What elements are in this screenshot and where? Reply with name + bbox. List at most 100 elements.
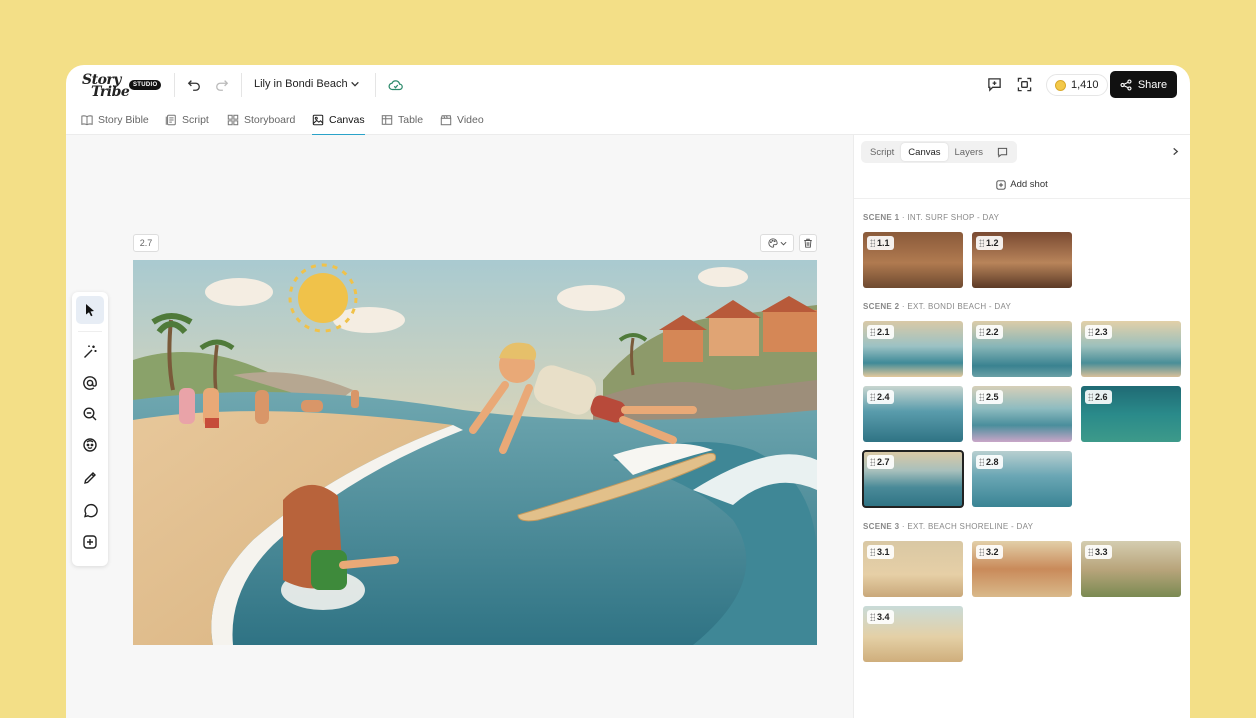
scene-header: SCENE 3 · EXT. BEACH SHORELINE - DAY [863,522,1034,531]
drag-handle-icon[interactable] [870,548,875,556]
shot-thumbnail[interactable]: 1.2 [972,232,1072,288]
magic-wand-tool[interactable] [76,338,104,366]
tab-label: Table [398,114,424,126]
drag-handle-icon[interactable] [979,458,984,466]
shot-thumbnail[interactable]: 2.8 [972,451,1072,507]
trash-icon [804,238,812,248]
delete-button[interactable] [799,234,817,252]
chevron-right-icon[interactable] [1169,145,1181,157]
book-icon [81,115,93,126]
shot-label: 2.7 [867,455,894,469]
tab-script[interactable]: Script [165,105,209,135]
shot-thumbnail[interactable]: 3.2 [972,541,1072,597]
undo-icon[interactable] [185,76,203,94]
logo-badge: STUDIO [129,80,162,90]
shot-number: 3.2 [986,547,999,557]
shot-thumbnail[interactable]: 1.1 [863,232,963,288]
add-shot-label: Add shot [1010,179,1048,190]
share-button[interactable]: Share [1110,71,1177,98]
drag-handle-icon[interactable] [979,393,984,401]
panel-tab-script[interactable]: Script [863,143,901,161]
style-menu-button[interactable] [760,234,794,252]
shot-number: 2.5 [986,392,999,402]
shot-number: 2.2 [986,327,999,337]
shot-thumbnail[interactable]: 2.1 [863,321,963,377]
shot-label: 3.1 [867,545,894,559]
shot-number: 3.3 [1095,547,1108,557]
shot-thumbnail[interactable]: 2.5 [972,386,1072,442]
panel-tab-canvas[interactable]: Canvas [901,143,948,161]
drag-handle-icon[interactable] [1088,328,1093,336]
select-tool[interactable] [76,296,104,324]
divider [78,331,102,332]
cloud-sync-icon[interactable] [387,76,405,94]
drag-handle-icon[interactable] [870,239,875,247]
chevron-down-icon[interactable] [349,78,361,90]
add-element-tool[interactable] [76,528,104,556]
pencil-icon [84,472,96,484]
top-bar: Story Tribe STUDIO Lily in Bondi Beach 1… [66,65,1190,105]
cursor-icon [86,304,94,317]
panel-tab-layers[interactable]: Layers [948,143,991,161]
grid-icon [227,114,239,126]
share-label: Share [1137,78,1168,91]
shot-thumbnail[interactable]: 3.4 [863,606,963,662]
divider [174,73,175,97]
drag-handle-icon[interactable] [1088,393,1093,401]
tab-storyboard[interactable]: Storyboard [227,105,295,135]
comment-tool[interactable] [76,497,104,525]
project-name[interactable]: Lily in Bondi Beach [254,78,348,90]
comment-icon [997,147,1008,158]
shot-label: 3.3 [1085,545,1112,559]
logo[interactable]: Story Tribe STUDIO [82,72,162,100]
shot-thumbnail[interactable]: 3.1 [863,541,963,597]
shot-label: 2.5 [976,390,1003,404]
image-icon [312,114,324,126]
plus-square-icon [996,179,1006,190]
shot-thumbnail[interactable]: 2.4 [863,386,963,442]
shot-thumbnail[interactable]: 2.6 [1081,386,1181,442]
comment-add-icon[interactable] [985,75,1003,93]
shot-label: 1.1 [867,236,894,250]
add-shot-button[interactable]: Add shot [854,171,1190,199]
shot-number: 2.1 [877,327,890,337]
redo-icon[interactable] [213,76,231,94]
canvas-stage[interactable]: 2.7 [66,135,853,718]
tab-video[interactable]: Video [440,105,484,135]
shot-label: 2.2 [976,325,1003,339]
draw-tool[interactable] [76,464,104,492]
share-icon [1120,78,1132,91]
shot-number: 3.1 [877,547,890,557]
scene-number: SCENE 3 [863,522,900,531]
shot-number: 2.6 [1095,392,1108,402]
mention-tool[interactable] [76,369,104,397]
tab-canvas[interactable]: Canvas [312,105,365,136]
zoom-tool[interactable] [76,400,104,428]
drag-handle-icon[interactable] [870,458,875,466]
nav-tabs: Story Bible Script Storyboard Canvas Tab… [66,105,1190,136]
drag-handle-icon[interactable] [979,239,984,247]
shot-thumbnail[interactable]: 2.2 [972,321,1072,377]
tab-table[interactable]: Table [381,105,423,135]
shot-thumbnail[interactable]: 3.3 [1081,541,1181,597]
drag-handle-icon[interactable] [870,613,875,621]
scene-title: INT. SURF SHOP - DAY [907,213,1000,222]
tab-story-bible[interactable]: Story Bible [81,105,149,135]
drag-handle-icon[interactable] [870,393,875,401]
panel-tab-comments[interactable] [990,143,1015,161]
tab-label: Video [457,114,484,126]
tab-label: Script [182,114,209,126]
drag-handle-icon[interactable] [979,328,984,336]
main-shot-image[interactable] [133,260,817,645]
fit-screen-icon[interactable] [1015,75,1033,93]
character-tool[interactable] [76,431,104,459]
scene-number: SCENE 2 [863,302,900,311]
tab-label: Story Bible [98,114,149,126]
drag-handle-icon[interactable] [870,328,875,336]
shot-thumbnail-selected[interactable]: 2.7 [862,450,964,508]
drag-handle-icon[interactable] [979,548,984,556]
credits-badge[interactable]: 1,410 [1046,74,1108,96]
drag-handle-icon[interactable] [1088,548,1093,556]
chevron-down-icon [780,241,786,246]
shot-thumbnail[interactable]: 2.3 [1081,321,1181,377]
